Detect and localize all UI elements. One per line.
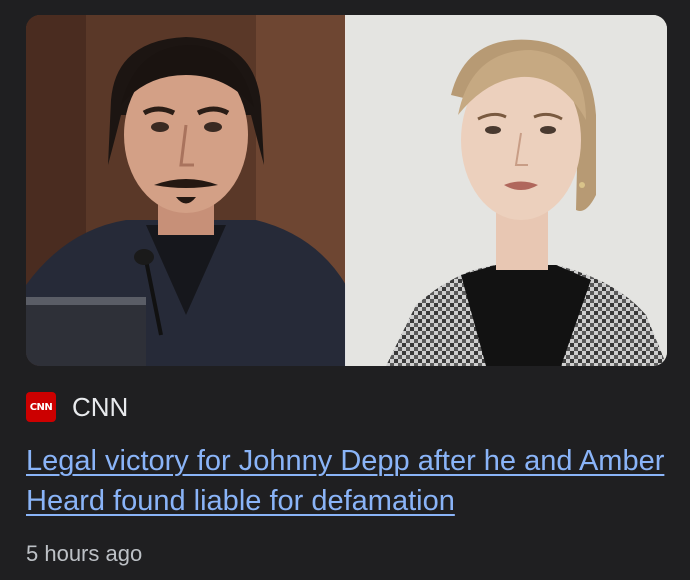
cnn-logo-icon: CNN	[26, 392, 56, 422]
cnn-logo-text: CNN	[29, 401, 53, 413]
news-card[interactable]: CNN CNN Legal victory for Johnny Depp af…	[0, 0, 690, 580]
article-thumbnail[interactable]	[26, 15, 667, 366]
source-row: CNN CNN	[26, 391, 128, 423]
thumbnail-photo-man	[26, 15, 346, 366]
source-name: CNN	[72, 392, 129, 422]
thumbnail-photo-woman	[346, 15, 667, 366]
article-headline-link[interactable]: Legal victory for Johnny Depp after he a…	[26, 441, 666, 521]
article-timestamp: 5 hours ago	[26, 541, 143, 566]
